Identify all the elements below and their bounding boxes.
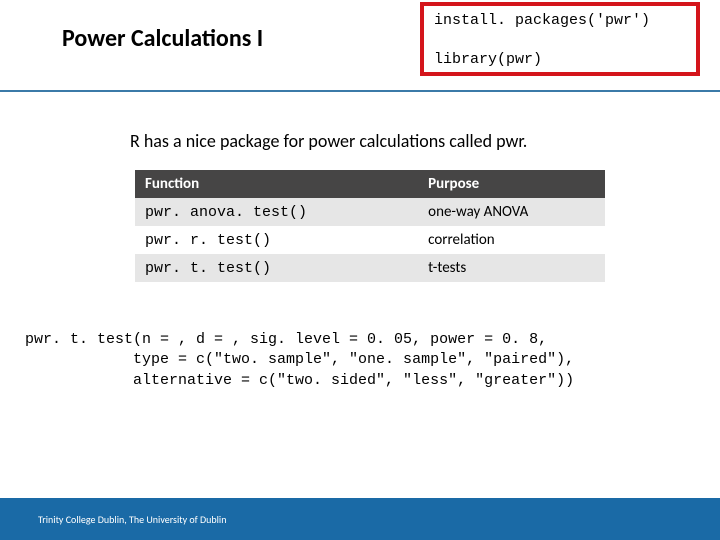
intro-text: R has a nice package for power calculati… [130,130,527,152]
code-install-line: install. packages('pwr') [434,12,686,29]
cell-function: pwr. anova. test() [135,198,418,226]
col-header-purpose: Purpose [418,170,605,198]
code-library-line: library(pwr) [434,51,686,68]
cell-purpose: correlation [418,226,605,254]
slide-title: Power Calculations I [62,24,263,53]
code-example: pwr. t. test(n = , d = , sig. level = 0.… [25,330,574,391]
cell-purpose: t-tests [418,254,605,282]
table-row: pwr. r. test() correlation [135,226,605,254]
cell-function: pwr. r. test() [135,226,418,254]
footer-bar: Trinity College Dublin, The University o… [0,498,720,540]
install-code-box: install. packages('pwr') library(pwr) [420,2,700,76]
table-header-row: Function Purpose [135,170,605,198]
table-row: pwr. t. test() t-tests [135,254,605,282]
col-header-function: Function [135,170,418,198]
cell-function: pwr. t. test() [135,254,418,282]
header: Power Calculations I install. packages('… [0,0,720,92]
functions-table: Function Purpose pwr. anova. test() one-… [135,170,605,282]
table-row: pwr. anova. test() one-way ANOVA [135,198,605,226]
footer-text: Trinity College Dublin, The University o… [38,513,226,526]
cell-purpose: one-way ANOVA [418,198,605,226]
